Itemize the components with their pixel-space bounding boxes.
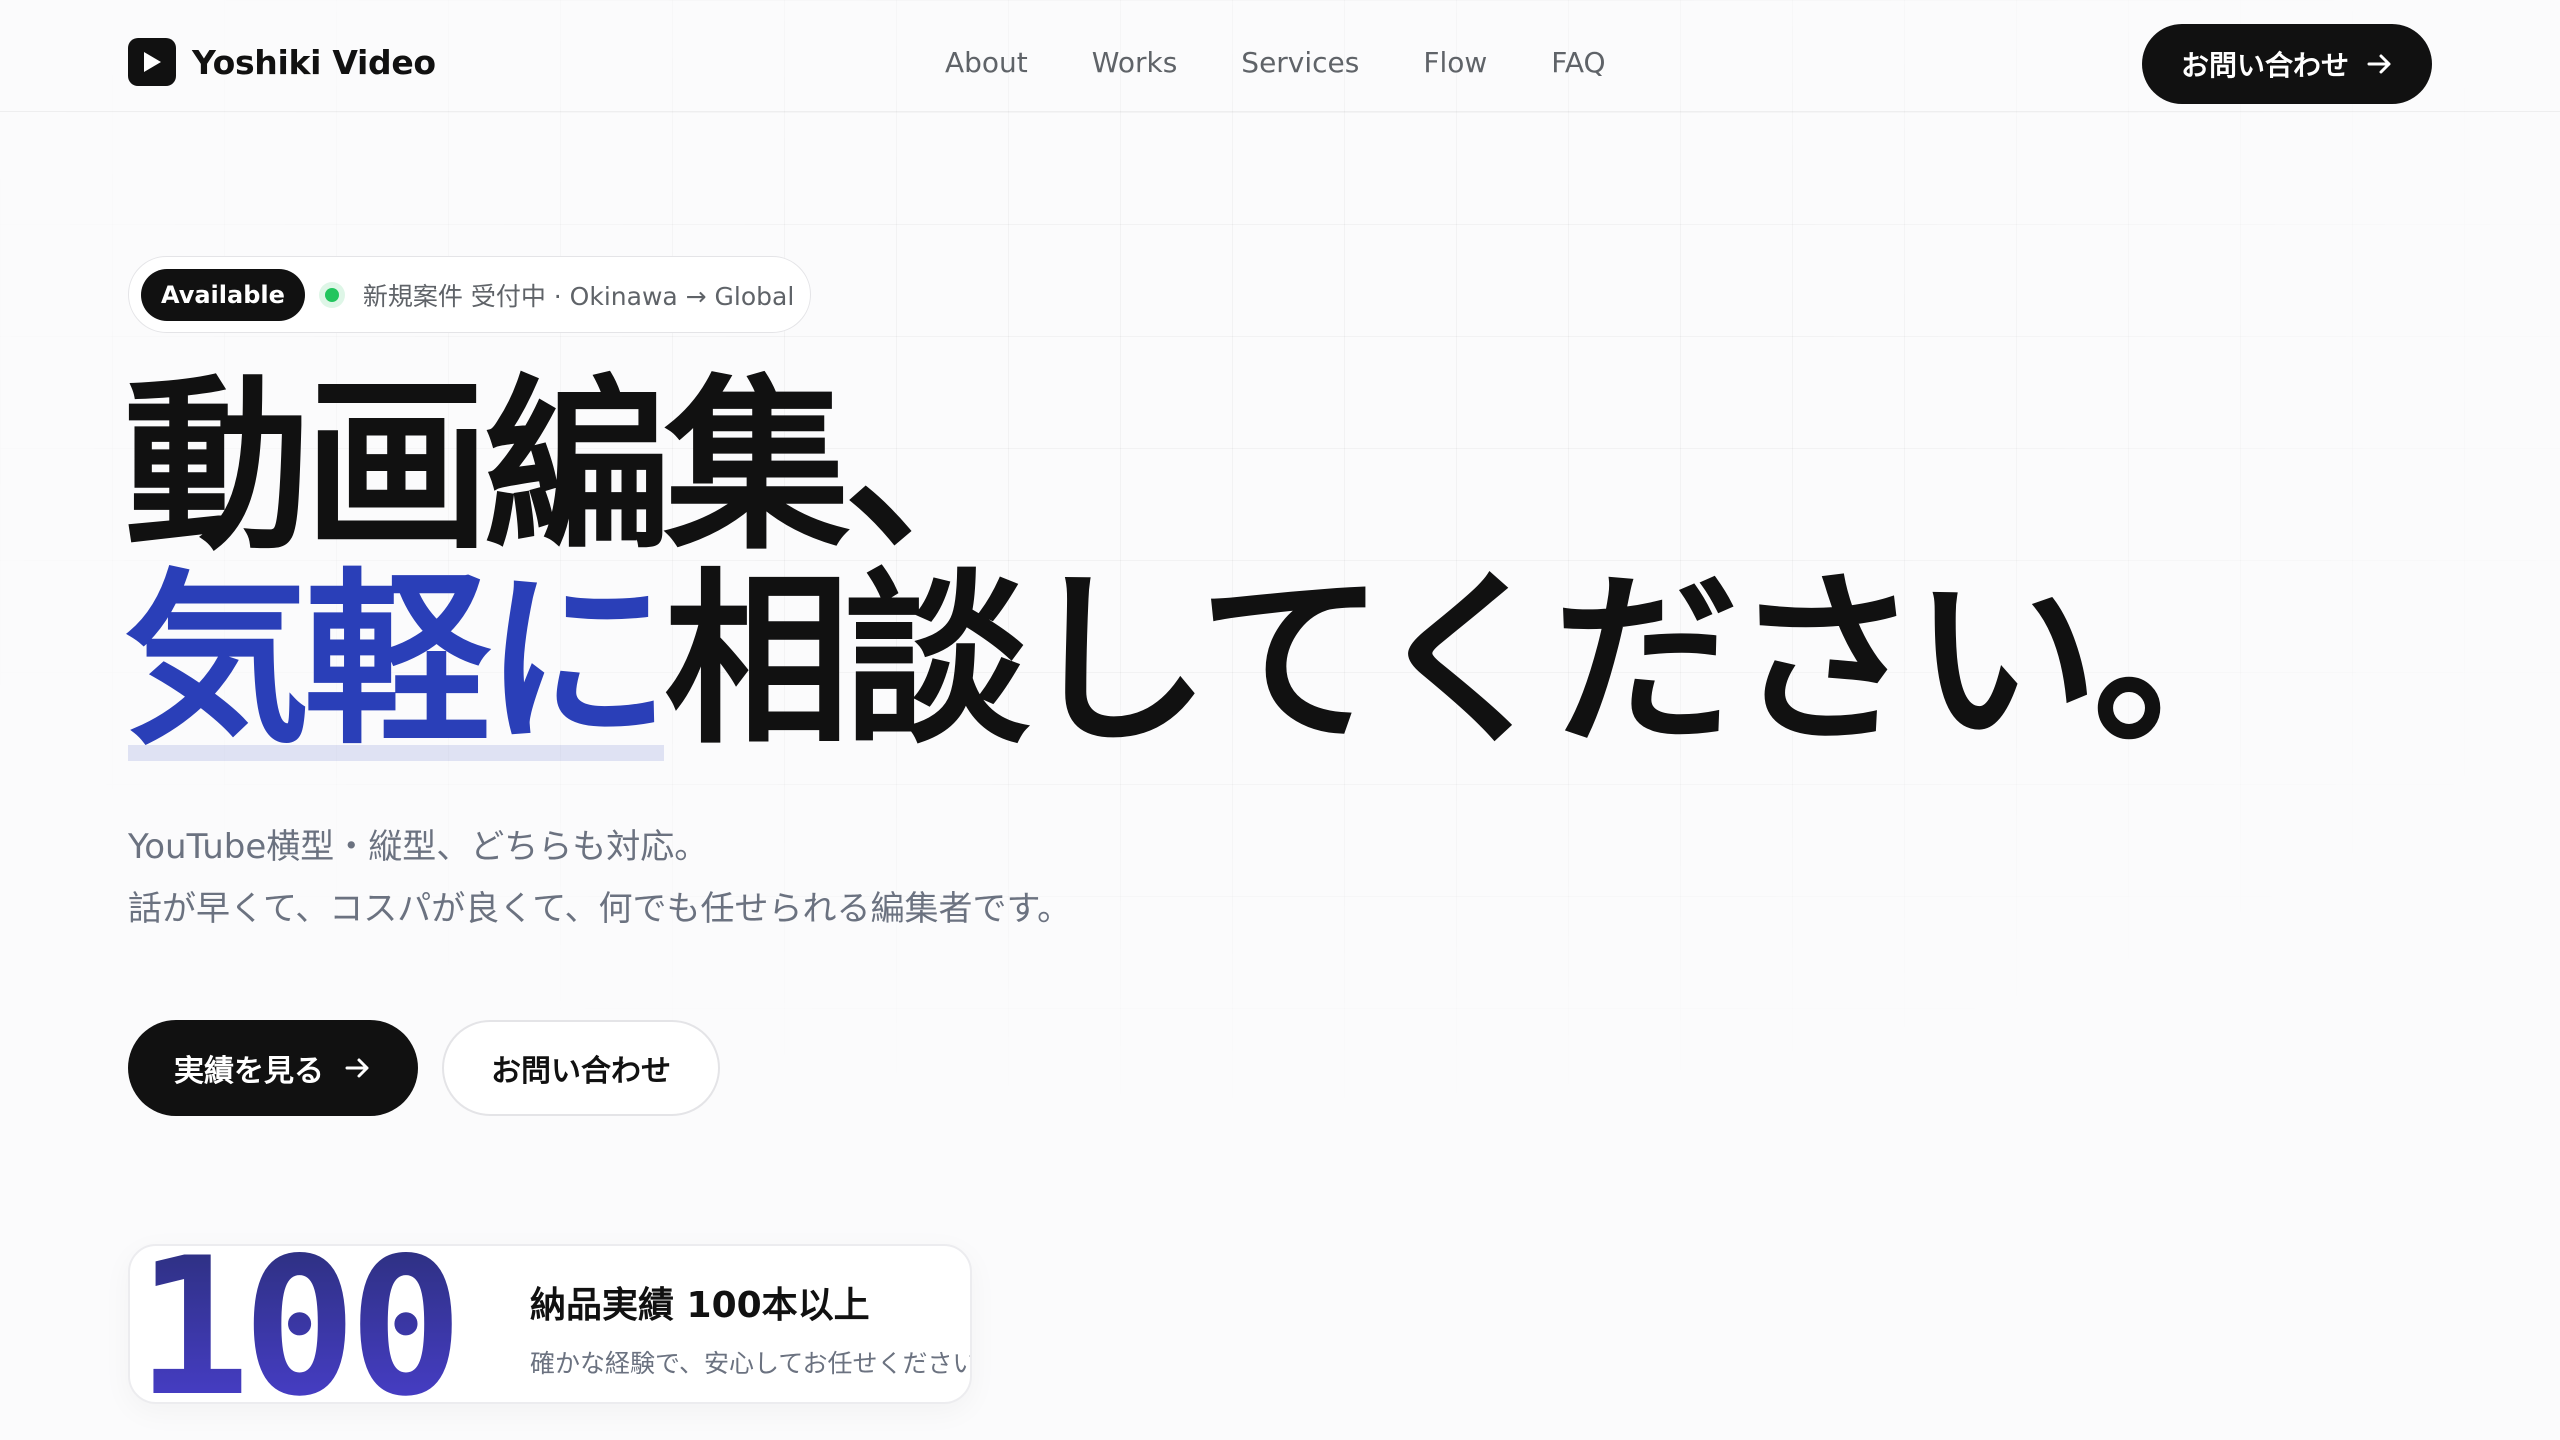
hero-subtitle: YouTube横型・縦型、どちらも対応。 話が早くて、コスパが良くて、何でも任せ… <box>128 816 1071 940</box>
availability-badge: Available 新規案件 受付中 · Okinawa → Global <box>128 256 811 333</box>
site-header: Yoshiki Video About Works Services Flow … <box>0 0 2560 112</box>
nav-about[interactable]: About <box>945 46 1028 79</box>
stat-card: 100 納品実績 100本以上 確かな経験で、安心してお任せください。 <box>128 1244 972 1404</box>
view-works-button[interactable]: 実績を見る <box>128 1020 418 1116</box>
hero-title-rest: 相談してください。 <box>664 552 2279 769</box>
availability-text: 新規案件 受付中 · Okinawa → Global <box>362 281 795 311</box>
hero-subtitle-line2: 話が早くて、コスパが良くて、何でも任せられる編集者です。 <box>128 889 1072 929</box>
hero-title-line2: 気軽に相談してください。 <box>124 564 2424 758</box>
nav-services[interactable]: Services <box>1241 46 1359 79</box>
main-nav: About Works Services Flow FAQ <box>945 38 1606 86</box>
contact-button[interactable]: お問い合わせ <box>2142 24 2432 104</box>
status-dot-icon <box>324 287 339 302</box>
nav-faq[interactable]: FAQ <box>1551 46 1605 79</box>
brand-name: Yoshiki Video <box>192 42 436 82</box>
arrow-right-icon <box>345 1058 369 1078</box>
play-icon <box>128 38 176 86</box>
contact-button-label: お問い合わせ <box>2180 49 2349 82</box>
hero-contact-label: お問い合わせ <box>491 1054 671 1089</box>
hero-title-line1: 動画編集、 <box>124 358 1030 575</box>
hero-title-accent: 気軽に <box>124 552 670 769</box>
view-works-label: 実績を見る <box>174 1054 324 1089</box>
nav-works[interactable]: Works <box>1092 46 1178 79</box>
available-pill: Available <box>141 268 305 321</box>
hero-contact-button[interactable]: お問い合わせ <box>442 1020 720 1116</box>
hero-title: 動画編集、 気軽に相談してください。 <box>124 370 2424 758</box>
stat-number: 100 <box>136 1246 463 1402</box>
hero-subtitle-line1: YouTube横型・縦型、どちらも対応。 <box>128 827 709 867</box>
brand-logo[interactable]: Yoshiki Video <box>128 38 436 86</box>
arrow-right-icon <box>2367 54 2391 74</box>
nav-flow[interactable]: Flow <box>1423 46 1487 79</box>
stat-description: 確かな経験で、安心してお任せください。 <box>530 1349 972 1378</box>
stat-title: 納品実績 100本以上 <box>530 1285 870 1326</box>
